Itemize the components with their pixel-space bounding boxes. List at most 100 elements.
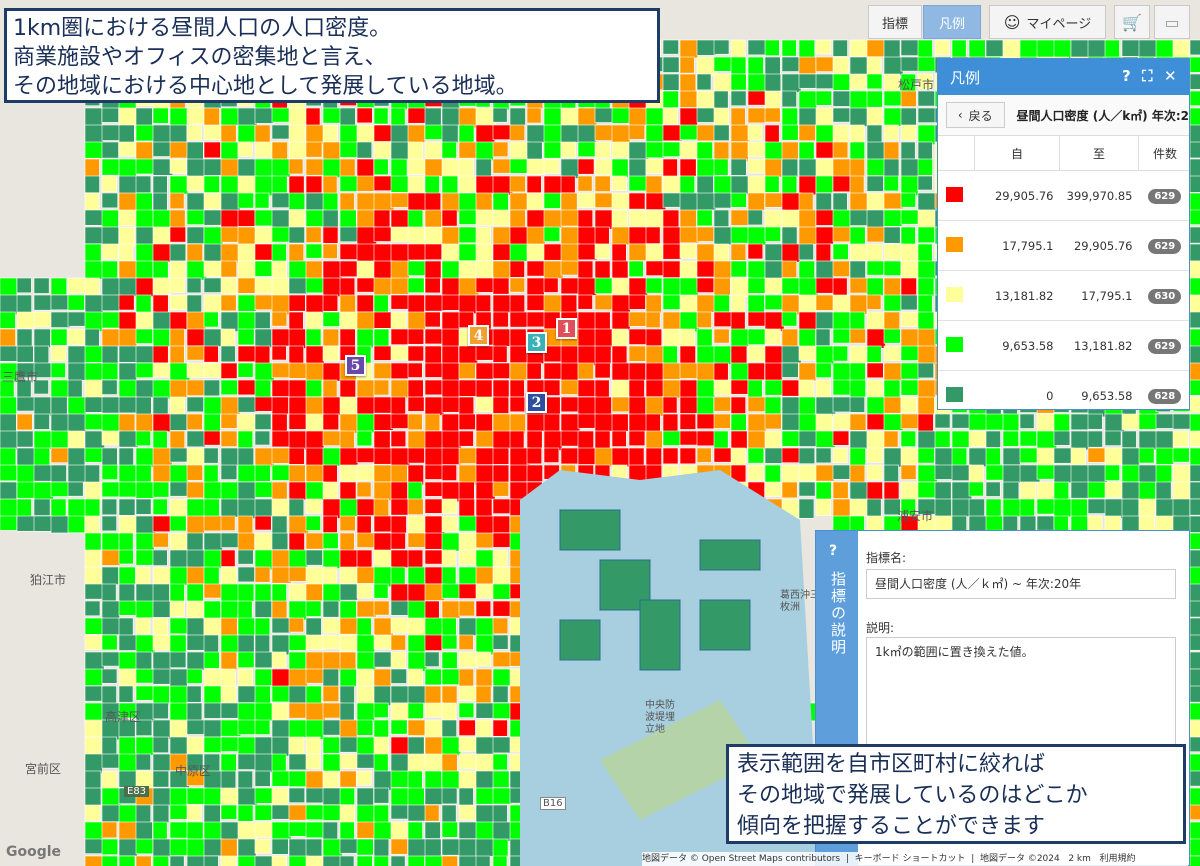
density-cell [866, 56, 882, 77]
density-cell [577, 430, 594, 450]
density-cell [1053, 39, 1072, 59]
density-cell [33, 345, 50, 364]
density-cell [611, 430, 627, 447]
density-cell [220, 481, 239, 502]
density-cell [152, 141, 173, 157]
density-cell [237, 413, 256, 433]
density-cell [271, 192, 290, 209]
density-cell [118, 838, 138, 857]
density-cell [611, 226, 631, 246]
mypage-button[interactable]: ☺ マイページ [989, 5, 1106, 39]
density-cell [747, 158, 768, 174]
density-cell [135, 107, 153, 128]
display-button[interactable]: ▭ [1154, 5, 1190, 39]
desc-field[interactable]: 1k㎡の範囲に置き換えた値。 [866, 637, 1176, 755]
density-cell [271, 260, 287, 281]
density-cell [220, 260, 238, 278]
density-cell [373, 464, 393, 483]
marker-2[interactable]: 2 [526, 392, 547, 413]
density-cell [237, 532, 255, 552]
density-cell [390, 702, 411, 722]
density-cell [254, 855, 275, 866]
density-cell [883, 277, 901, 296]
density-cell [305, 311, 323, 332]
density-cell [441, 294, 461, 311]
density-cell [305, 855, 325, 866]
density-cell [645, 141, 665, 159]
density-cell [390, 498, 409, 516]
density-cell [254, 413, 272, 430]
density-cell [288, 124, 306, 143]
marker-3[interactable]: 3 [526, 332, 547, 353]
density-cell [169, 345, 185, 366]
density-cell [662, 209, 680, 228]
density-cell [764, 158, 782, 178]
density-cell [1189, 481, 1200, 500]
density-cell [254, 515, 272, 531]
expand-icon[interactable]: ⛶ [1142, 67, 1153, 85]
density-cell [407, 107, 427, 124]
density-cell [645, 175, 663, 196]
marker-4[interactable]: 4 [468, 325, 489, 346]
density-cell [220, 362, 238, 379]
density-cell [441, 107, 460, 128]
help-icon[interactable]: ? [1122, 67, 1131, 85]
density-cell [84, 855, 103, 866]
density-cell [900, 447, 919, 465]
density-cell [118, 175, 138, 196]
density-cell [628, 277, 649, 297]
indicator-button[interactable]: 指標 [868, 5, 922, 39]
density-cell [322, 600, 340, 618]
density-cell [611, 158, 629, 178]
name-field[interactable]: 昼間人口密度 (人／ｋ㎡) ~ 年次:20年 [866, 569, 1176, 599]
keyboard-shortcuts-link[interactable]: キーボード ショートカット [855, 854, 966, 864]
close-icon[interactable]: ✕ [1164, 67, 1177, 85]
density-cell [152, 243, 171, 263]
density-cell [339, 821, 355, 840]
density-cell [1155, 515, 1176, 532]
density-cell [475, 719, 492, 739]
density-cell [390, 379, 409, 399]
density-cell [407, 498, 424, 515]
density-cell [679, 243, 697, 259]
legend-button[interactable]: 凡例 [923, 5, 981, 39]
density-cell [152, 634, 171, 651]
density-cell [186, 107, 206, 125]
density-cell [696, 396, 715, 415]
place-label-urayasu: 浦安市 [897, 509, 934, 523]
density-cell [339, 651, 357, 672]
density-cell [203, 481, 224, 500]
density-cell [356, 158, 375, 179]
density-cell [305, 549, 323, 566]
density-cell [339, 702, 355, 722]
density-cell [373, 787, 390, 804]
density-cell [883, 141, 900, 160]
density-cell [713, 277, 731, 296]
density-cell [271, 311, 288, 327]
density-cell [832, 277, 848, 298]
marker-1[interactable]: 1 [556, 318, 577, 339]
marker-5[interactable]: 5 [345, 355, 366, 376]
density-cell [1189, 447, 1200, 466]
density-cell [169, 413, 188, 431]
density-cell [849, 362, 866, 383]
density-cell [1189, 753, 1200, 772]
density-cell [254, 311, 271, 329]
back-button[interactable]: ‹ 戻る [946, 102, 1005, 128]
density-cell [50, 277, 68, 296]
density-cell [866, 39, 886, 58]
terms-link[interactable]: 利用規約 [1099, 854, 1135, 864]
cart-button[interactable]: 🛒 [1114, 5, 1150, 39]
density-cell [1138, 464, 1159, 485]
density-cell [747, 124, 763, 141]
density-cell [169, 702, 188, 722]
density-cell [849, 124, 865, 145]
legend-to: 9,653.58 [1059, 370, 1139, 409]
density-cell [67, 277, 87, 294]
density-cell [33, 515, 53, 532]
density-cell [67, 396, 87, 415]
density-cell [305, 277, 324, 294]
density-cell [356, 549, 373, 569]
density-cell [101, 345, 119, 366]
density-cell [322, 175, 338, 196]
